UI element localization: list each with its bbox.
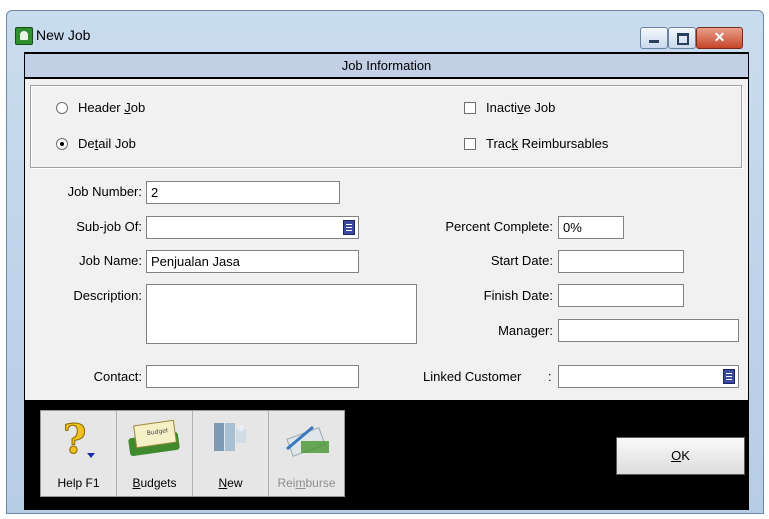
- linked-customer-separator: :: [548, 369, 552, 384]
- close-icon: ✕: [713, 29, 726, 45]
- job-number-field[interactable]: 2: [146, 181, 340, 204]
- budget-icon: Budget: [128, 419, 180, 457]
- title-bar[interactable]: New Job ✕: [7, 11, 763, 53]
- dropdown-list-icon[interactable]: [723, 369, 735, 384]
- action-toolbar: ? Help F1 Budget Budgets New Reimburse: [40, 410, 345, 497]
- detail-job-radio[interactable]: Detail Job: [56, 136, 136, 151]
- job-type-group: Header Job Detail Job Inactive Job Track…: [30, 85, 743, 169]
- svg-text:?: ?: [63, 417, 86, 461]
- minimize-button[interactable]: [640, 27, 668, 49]
- finish-date-field[interactable]: [558, 284, 684, 307]
- sub-job-of-select[interactable]: [146, 216, 359, 239]
- radio-selected-icon: [56, 137, 68, 150]
- percent-complete-label: Percent Complete:: [445, 219, 553, 234]
- header-job-label: Header Job: [78, 100, 146, 115]
- maximize-button[interactable]: [668, 27, 696, 49]
- ok-label: OK: [671, 448, 690, 463]
- close-button[interactable]: ✕: [696, 27, 743, 49]
- contact-label: Contact:: [93, 369, 142, 384]
- description-field[interactable]: [146, 284, 417, 344]
- dialog-client: Job Information Header Job Detail Job In…: [24, 52, 749, 510]
- new-job-icon: [214, 423, 246, 451]
- reimburse-label: Reimburse: [277, 476, 336, 490]
- job-name-label: Job Name:: [79, 253, 142, 268]
- job-number-label: Job Number:: [67, 184, 142, 199]
- contact-field[interactable]: [146, 365, 359, 388]
- radio-icon: [56, 101, 68, 114]
- linked-customer-select[interactable]: [558, 365, 739, 388]
- finish-date-label: Finish Date:: [483, 288, 553, 303]
- reimburse-icon: [286, 425, 329, 457]
- checkbox-icon: [464, 137, 476, 150]
- start-date-label: Start Date:: [490, 253, 553, 268]
- linked-customer-label: Linked Customer: [423, 369, 522, 384]
- new-label: New: [218, 476, 243, 490]
- dropdown-list-icon[interactable]: [343, 220, 355, 235]
- percent-complete-field[interactable]: 0%: [558, 216, 624, 239]
- app-icon: [15, 27, 33, 45]
- budgets-button[interactable]: Budget Budgets: [117, 411, 193, 496]
- help-question-icon: ?: [63, 417, 95, 461]
- manager-field[interactable]: [558, 319, 739, 342]
- reimburse-button[interactable]: Reimburse: [269, 411, 344, 496]
- help-label: Help F1: [57, 476, 100, 490]
- manager-label: Manager:: [498, 323, 553, 338]
- help-button[interactable]: ? Help F1: [41, 411, 117, 496]
- ok-button[interactable]: OK: [616, 437, 745, 475]
- header-job-radio[interactable]: Header Job: [56, 100, 145, 115]
- new-button[interactable]: New: [193, 411, 269, 496]
- description-label: Description:: [73, 288, 142, 303]
- window-title: New Job: [36, 27, 91, 43]
- job-info-panel: Header Job Detail Job Inactive Job Track…: [25, 79, 748, 400]
- sub-job-of-label: Sub-job Of:: [76, 219, 142, 234]
- job-name-field[interactable]: Penjualan Jasa: [146, 250, 359, 273]
- checkbox-icon: [464, 101, 476, 114]
- start-date-field[interactable]: [558, 250, 684, 273]
- inactive-job-checkbox[interactable]: Inactive Job: [464, 100, 555, 115]
- budgets-label: Budgets: [132, 476, 177, 490]
- track-reimbursables-label: Track Reimbursables: [486, 136, 609, 151]
- section-header: Job Information: [25, 54, 748, 77]
- detail-job-label: Detail Job: [78, 136, 136, 151]
- inactive-job-label: Inactive Job: [486, 100, 556, 115]
- track-reimbursables-checkbox[interactable]: Track Reimbursables: [464, 136, 608, 151]
